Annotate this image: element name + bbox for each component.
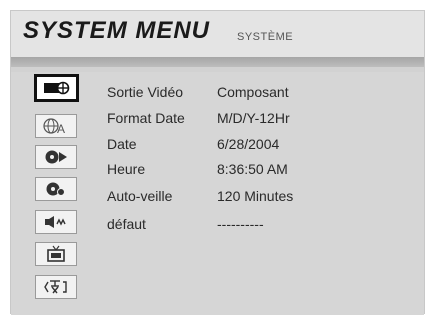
menu-content: A Sortie Vidéo Composant Format Date M/D… bbox=[11, 72, 424, 315]
setting-label: Auto-veille bbox=[107, 188, 173, 204]
setting-label: Format Date bbox=[107, 110, 185, 126]
tv-display-icon bbox=[44, 245, 68, 263]
setting-row-auto-standby[interactable]: Auto-veille 120 Minutes bbox=[107, 188, 407, 208]
setting-value: Composant bbox=[217, 84, 289, 100]
exit-return-icon bbox=[42, 278, 70, 296]
setting-value: 6/28/2004 bbox=[217, 136, 280, 152]
page-subtitle: SYSTÈME bbox=[237, 31, 294, 43]
setting-label: Sortie Vidéo bbox=[107, 84, 184, 100]
svg-text:A: A bbox=[57, 122, 65, 135]
menu-header: SYSTEM MENU SYSTÈME bbox=[11, 11, 424, 57]
setting-value: 120 Minutes bbox=[217, 188, 294, 204]
sidebar-item-language[interactable]: A bbox=[35, 114, 77, 138]
setting-value: M/D/Y-12Hr bbox=[217, 110, 290, 126]
setting-row-video-output[interactable]: Sortie Vidéo Composant bbox=[107, 84, 407, 104]
globe-language-icon: A bbox=[41, 117, 71, 135]
sidebar-item-audio[interactable] bbox=[35, 210, 77, 234]
sidebar-item-display[interactable] bbox=[35, 242, 77, 266]
sidebar-item-video[interactable] bbox=[34, 74, 79, 102]
sidebar-item-recording[interactable] bbox=[35, 177, 77, 201]
speaker-audio-icon bbox=[42, 214, 70, 230]
setting-value: 8:36:50 AM bbox=[217, 161, 288, 177]
setting-row-date[interactable]: Date 6/28/2004 bbox=[107, 136, 407, 156]
disc-play-icon bbox=[43, 149, 69, 165]
setting-row-date-format[interactable]: Format Date M/D/Y-12Hr bbox=[107, 110, 407, 130]
sidebar-item-disc[interactable] bbox=[35, 145, 77, 169]
header-divider bbox=[11, 57, 424, 67]
page-title: SYSTEM MENU bbox=[23, 17, 211, 44]
system-menu-window: SYSTEM MENU SYSTÈME A Sortie Vidéo Compo… bbox=[10, 10, 425, 315]
setting-label: défaut bbox=[107, 216, 146, 232]
setting-label: Date bbox=[107, 136, 137, 152]
setting-row-time[interactable]: Heure 8:36:50 AM bbox=[107, 161, 407, 181]
disc-record-icon bbox=[43, 181, 69, 197]
setting-row-default[interactable]: défaut ---------- bbox=[107, 216, 407, 236]
setting-label: Heure bbox=[107, 161, 146, 177]
sidebar-item-exit[interactable] bbox=[35, 275, 77, 299]
av-connector-icon bbox=[42, 80, 72, 96]
setting-value: ---------- bbox=[217, 216, 264, 232]
category-sidebar: A bbox=[34, 72, 83, 315]
